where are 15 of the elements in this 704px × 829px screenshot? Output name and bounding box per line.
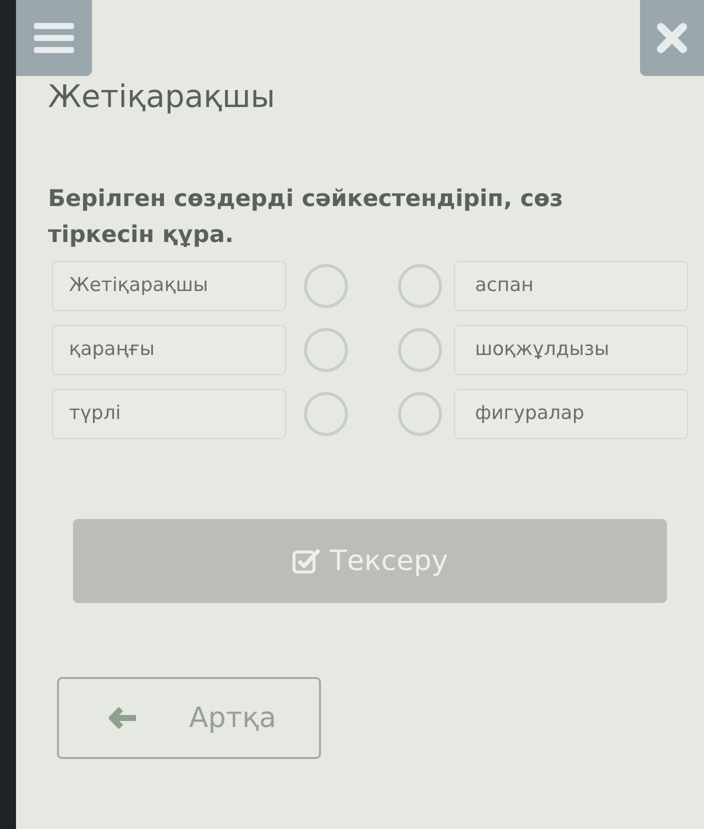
- question-text: Берілген сөздерді сәйкестендіріп, сөз тіркесін құра.: [48, 184, 564, 250]
- menu-icon: [34, 21, 74, 55]
- menu-button[interactable]: [16, 0, 92, 76]
- arrow-left-icon: [109, 706, 137, 728]
- close-button[interactable]: [640, 0, 704, 76]
- page-title: Жетіқарақшы: [48, 78, 276, 117]
- match-item[interactable]: фигуралар: [454, 388, 688, 438]
- match-item[interactable]: түрлі: [52, 388, 286, 438]
- match-item[interactable]: аспан: [454, 260, 688, 310]
- back-button[interactable]: Артқа: [57, 676, 321, 758]
- match-item[interactable]: қараңғы: [52, 324, 286, 374]
- close-icon: [657, 23, 687, 53]
- match-item[interactable]: Жетіқарақшы: [52, 260, 286, 310]
- match-item[interactable]: шоқжұлдызы: [454, 324, 688, 374]
- checkbox-icon: [292, 546, 322, 574]
